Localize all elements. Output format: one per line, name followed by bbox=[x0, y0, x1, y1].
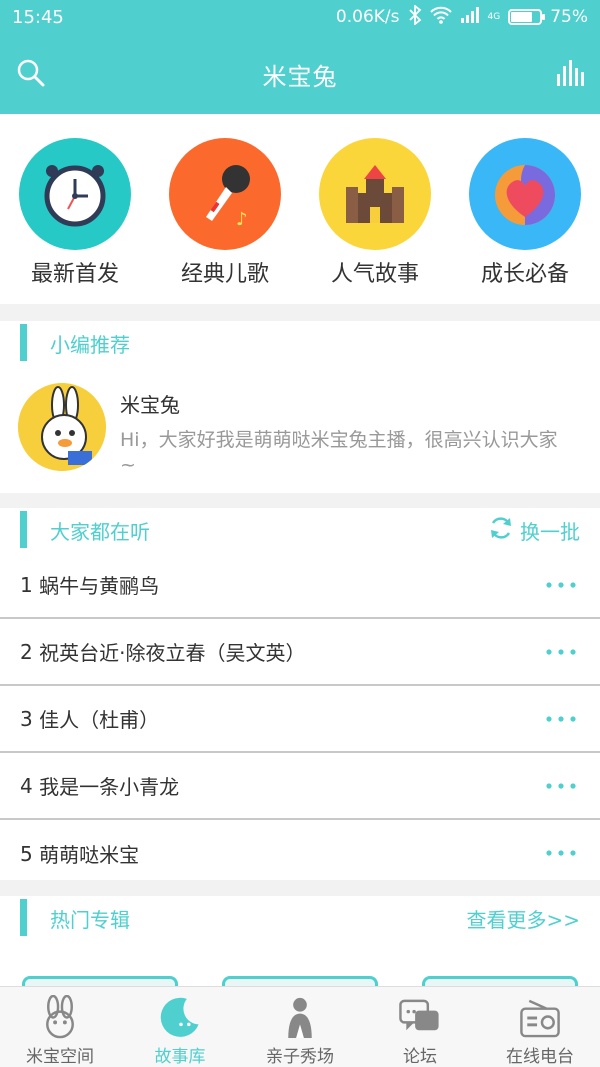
battery-level bbox=[511, 12, 533, 22]
popular-listening-section: 大家都在听 换一批 1 蜗牛与黄鹂鸟 2 祝英台近·除夜立春（吴文英） 3 佳人… bbox=[0, 508, 600, 880]
category-stories[interactable]: 人气故事 bbox=[300, 138, 450, 288]
equalizer-icon[interactable] bbox=[556, 60, 584, 86]
tab-label: 故事库 bbox=[154, 1047, 206, 1067]
microphone-icon: ♪ bbox=[169, 138, 281, 250]
section-header: 大家都在听 换一批 bbox=[0, 508, 600, 552]
tab-story-library[interactable]: 故事库 bbox=[120, 987, 240, 1067]
signal-icon bbox=[460, 6, 480, 28]
more-icon[interactable] bbox=[546, 649, 576, 655]
network-type: 4G bbox=[487, 12, 501, 22]
category-songs[interactable]: ♪ 经典儿歌 bbox=[150, 138, 300, 288]
section-title: 热门专辑 bbox=[50, 907, 130, 932]
section-accent-bar bbox=[20, 899, 27, 936]
track-title: 我是一条小青龙 bbox=[39, 775, 180, 799]
tab-parent-child-show[interactable]: 亲子秀场 bbox=[240, 987, 360, 1067]
category-label: 成长必备 bbox=[480, 262, 569, 287]
moon-icon bbox=[160, 997, 199, 1037]
track-row[interactable]: 2 祝英台近·除夜立春（吴文英） bbox=[0, 619, 600, 686]
tab-mibao-space[interactable]: 米宝空间 bbox=[0, 987, 120, 1067]
more-icon[interactable] bbox=[546, 850, 576, 856]
section-header: 热门专辑 查看更多>> bbox=[0, 896, 600, 940]
tab-label: 论坛 bbox=[403, 1047, 437, 1067]
svg-text:♪: ♪ bbox=[236, 209, 248, 229]
chat-bubble-icon bbox=[399, 999, 439, 1031]
section-header: 小编推荐 bbox=[0, 321, 600, 365]
category-growth[interactable]: 成长必备 bbox=[450, 138, 600, 288]
track-row[interactable]: 4 我是一条小青龙 bbox=[0, 753, 600, 820]
track-row[interactable]: 3 佳人（杜甫） bbox=[0, 686, 600, 753]
category-label: 经典儿歌 bbox=[180, 262, 269, 287]
castle-icon bbox=[319, 138, 431, 250]
host-description: Hi，大家好我是萌萌哒米宝兔主播，很高兴认识大家~ bbox=[120, 429, 558, 476]
track-rank: 2 bbox=[20, 639, 33, 664]
radio-icon bbox=[520, 999, 560, 1038]
clock-icon bbox=[19, 138, 131, 250]
editor-recommend-section: 小编推荐 米宝兔 Hi，大家好我是萌萌哒米宝兔主播，很高兴认识大家~ bbox=[0, 321, 600, 493]
tab-label: 米宝空间 bbox=[26, 1047, 94, 1067]
section-accent-bar bbox=[20, 324, 27, 361]
search-icon[interactable] bbox=[16, 58, 46, 88]
tab-label: 在线电台 bbox=[506, 1047, 574, 1067]
more-icon[interactable] bbox=[546, 783, 576, 789]
category-label: 人气故事 bbox=[330, 262, 419, 287]
track-list: 1 蜗牛与黄鹂鸟 2 祝英台近·除夜立春（吴文英） 3 佳人（杜甫） 4 我是一… bbox=[0, 552, 600, 887]
tab-online-radio[interactable]: 在线电台 bbox=[480, 987, 600, 1067]
rabbit-icon bbox=[46, 995, 74, 1039]
bluetooth-icon bbox=[408, 3, 422, 30]
category-latest[interactable]: 最新首发 bbox=[0, 138, 150, 288]
section-title: 小编推荐 bbox=[50, 332, 130, 357]
section-accent-bar bbox=[20, 511, 27, 548]
track-row[interactable]: 5 萌萌哒米宝 bbox=[0, 820, 600, 887]
more-icon[interactable] bbox=[546, 582, 576, 588]
refresh-button[interactable]: 换一批 bbox=[488, 515, 580, 546]
section-title: 大家都在听 bbox=[50, 519, 150, 544]
host-name: 米宝兔 bbox=[120, 393, 180, 417]
status-time: 15:45 bbox=[12, 6, 64, 28]
refresh-icon bbox=[488, 515, 514, 546]
battery-percent: 75% bbox=[550, 7, 588, 27]
page-title: 米宝兔 bbox=[262, 62, 338, 91]
track-title: 蜗牛与黄鹂鸟 bbox=[39, 574, 160, 598]
track-title: 佳人（杜甫） bbox=[39, 708, 160, 732]
category-label: 最新首发 bbox=[30, 262, 119, 287]
recommend-card[interactable]: 米宝兔 Hi，大家好我是萌萌哒米宝兔主播，很高兴认识大家~ bbox=[0, 365, 600, 478]
heart-icon bbox=[469, 138, 581, 250]
top-bar: 米宝兔 bbox=[0, 34, 600, 114]
track-row[interactable]: 1 蜗牛与黄鹂鸟 bbox=[0, 552, 600, 619]
track-rank: 5 bbox=[20, 841, 33, 866]
track-title: 萌萌哒米宝 bbox=[39, 843, 140, 867]
battery-icon bbox=[508, 9, 546, 25]
category-grid: 最新首发 ♪ 经典儿歌 人气故事 成长必备 bbox=[0, 114, 600, 304]
track-title: 祝英台近·除夜立春（吴文英） bbox=[39, 641, 306, 665]
network-speed: 0.06K/s bbox=[335, 7, 400, 27]
bottom-tab-bar: 米宝空间 故事库 亲子秀场 论坛 在线电台 bbox=[0, 986, 600, 1067]
more-icon[interactable] bbox=[546, 716, 576, 722]
status-bar: 15:45 0.06K/s 4G 75% bbox=[0, 0, 600, 34]
track-rank: 3 bbox=[20, 706, 33, 731]
avatar bbox=[18, 383, 106, 471]
wifi-icon bbox=[429, 6, 452, 29]
person-icon bbox=[288, 997, 312, 1039]
track-rank: 1 bbox=[20, 572, 33, 597]
refresh-label: 换一批 bbox=[520, 519, 580, 544]
tab-forum[interactable]: 论坛 bbox=[360, 987, 480, 1067]
hot-albums-section: 热门专辑 查看更多>> bbox=[0, 896, 600, 988]
view-more-link[interactable]: 查看更多>> bbox=[466, 904, 580, 933]
tab-label: 亲子秀场 bbox=[266, 1047, 334, 1067]
recommend-text: 米宝兔 Hi，大家好我是萌萌哒米宝兔主播，很高兴认识大家~ bbox=[120, 383, 570, 478]
track-rank: 4 bbox=[20, 773, 33, 798]
